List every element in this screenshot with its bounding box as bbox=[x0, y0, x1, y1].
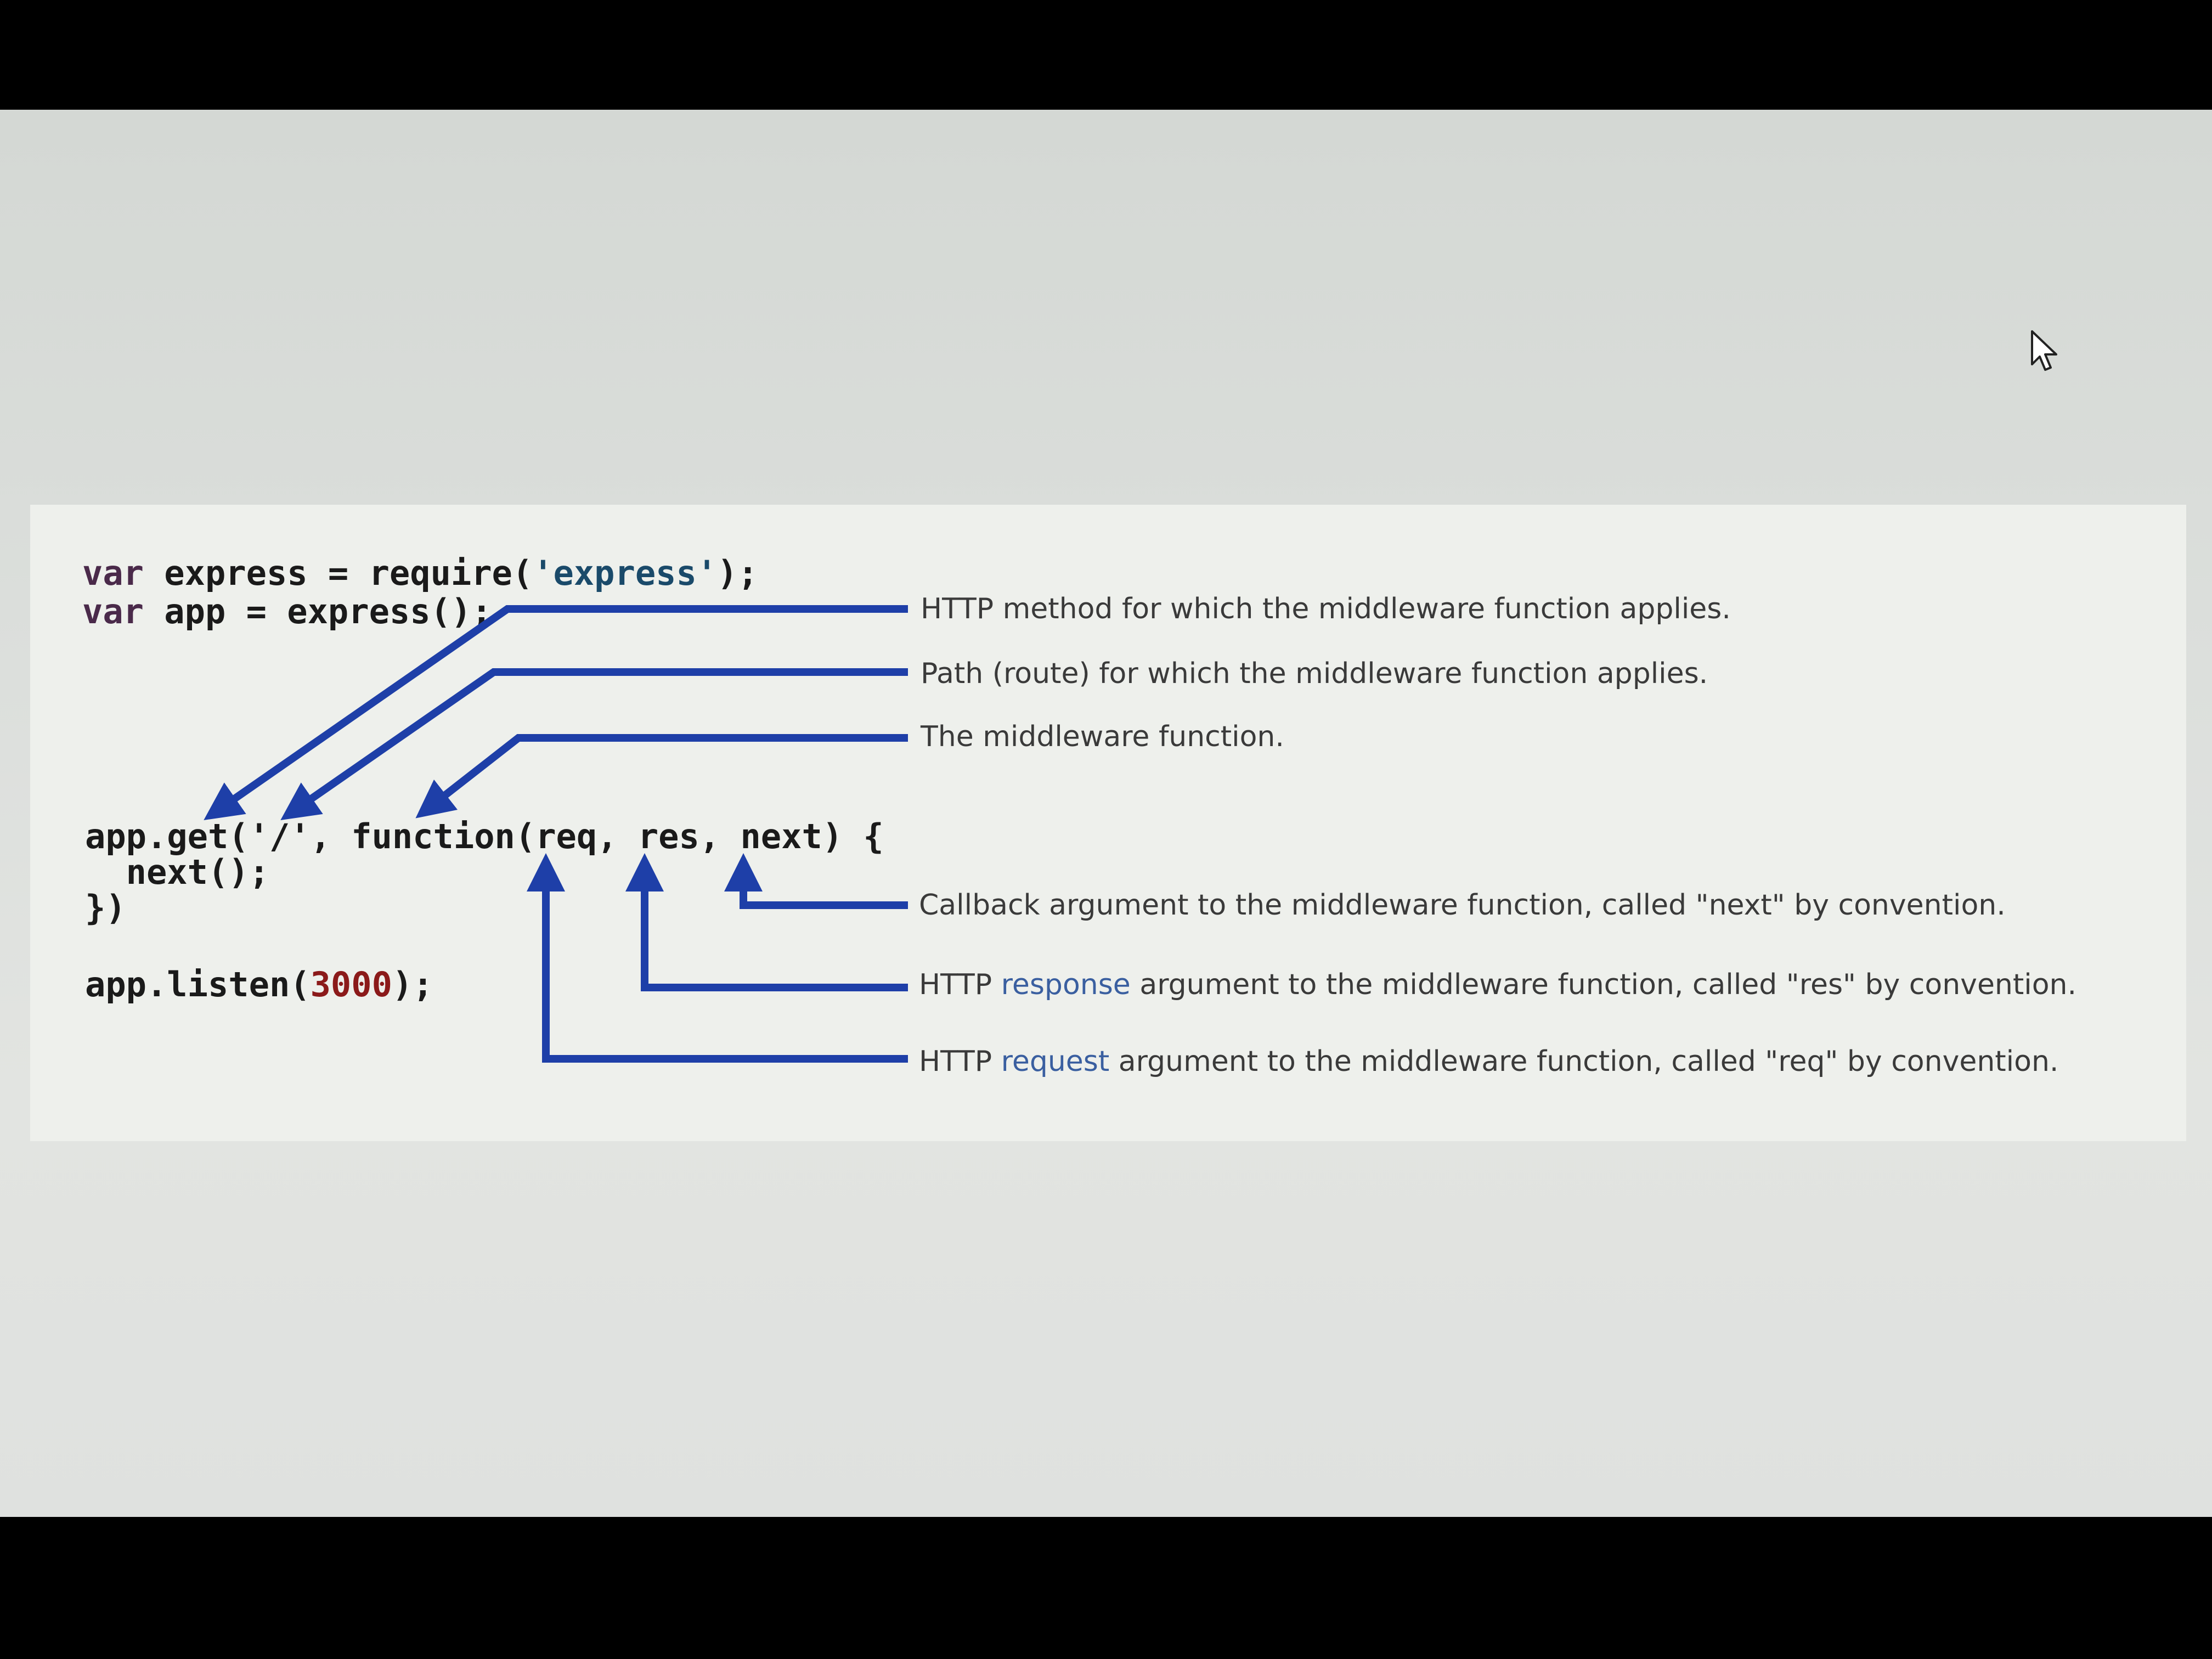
req-label-highlight: request bbox=[1001, 1045, 1110, 1078]
req-label-suffix: argument to the middleware function, cal… bbox=[1109, 1045, 2059, 1078]
top-bezel bbox=[0, 0, 2212, 115]
code-text: app.listen( bbox=[85, 964, 311, 1005]
keyword: var bbox=[82, 591, 144, 631]
code-text: app = express(); bbox=[143, 591, 492, 631]
res-label: HTTP response argument to the middleware… bbox=[919, 968, 2076, 1001]
function-label: The middleware function. bbox=[921, 720, 1284, 753]
code-line-1: var express = require('express'); bbox=[82, 554, 758, 592]
number-literal: 3000 bbox=[310, 964, 392, 1005]
code-text: express = require( bbox=[143, 553, 533, 593]
keyword: var bbox=[82, 553, 144, 593]
res-label-suffix: argument to the middleware function, cal… bbox=[1130, 968, 2077, 1001]
code-line-6: app.listen(3000); bbox=[85, 966, 433, 1004]
code-text: ); bbox=[392, 964, 433, 1005]
string-literal: 'express' bbox=[533, 553, 718, 593]
bottom-bezel bbox=[0, 1517, 2212, 1659]
code-line-3: app.get('/', function(req, res, next) { bbox=[85, 816, 884, 856]
mouse-pointer-icon bbox=[2031, 330, 2057, 371]
code-line-4: next(); bbox=[85, 852, 269, 892]
code-text: ); bbox=[717, 553, 758, 593]
res-label-highlight: response bbox=[1001, 968, 1131, 1001]
req-label: HTTP request argument to the middleware … bbox=[919, 1045, 2058, 1078]
method-label: HTTP method for which the middleware fun… bbox=[921, 592, 1731, 625]
code-line-2: var app = express(); bbox=[82, 592, 492, 631]
req-label-prefix: HTTP bbox=[919, 1045, 1001, 1078]
code-line-5: }) bbox=[85, 888, 126, 928]
path-label: Path (route) for which the middleware fu… bbox=[921, 657, 1708, 690]
next-label: Callback argument to the middleware func… bbox=[919, 889, 2006, 922]
res-label-prefix: HTTP bbox=[919, 968, 1001, 1001]
